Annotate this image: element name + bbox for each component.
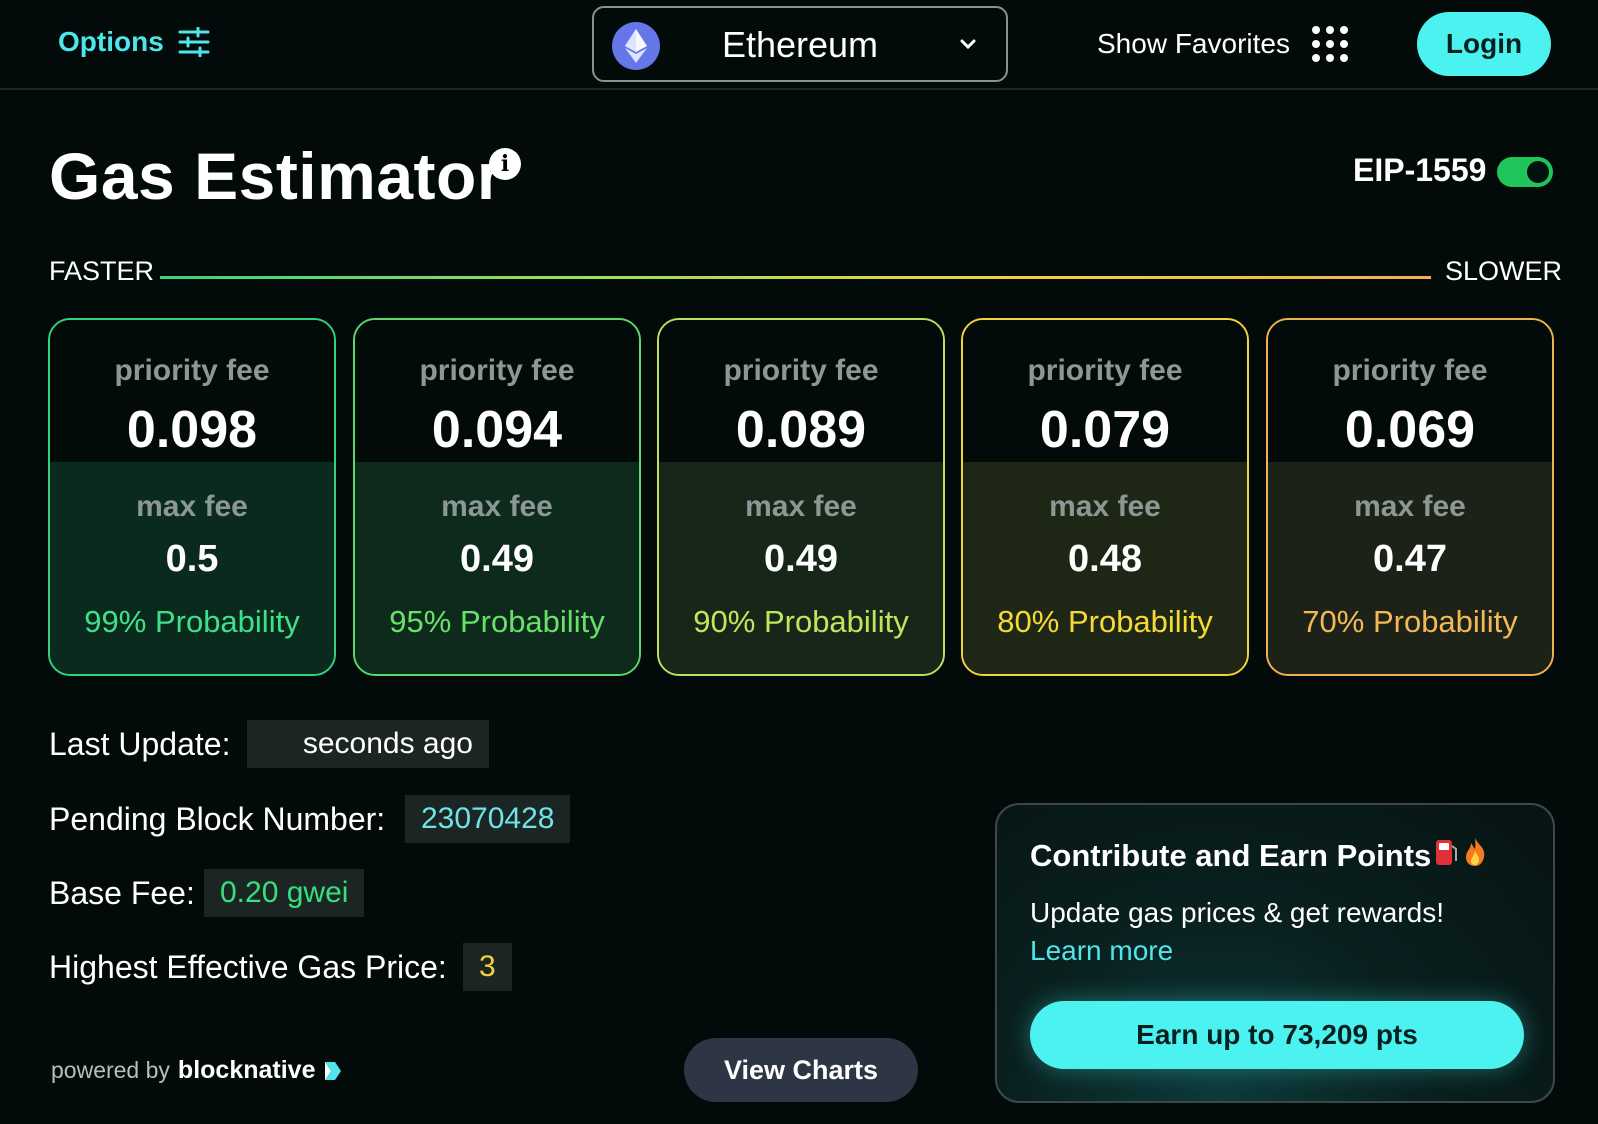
priority-fee-value: 0.069 [1344,401,1476,459]
grid-dots-icon [1311,26,1348,62]
probability-label: 90% Probability [693,604,909,639]
priority-fee-label: priority fee [419,354,575,387]
faster-label: FASTER [49,256,155,286]
promo-emoji-group [1434,837,1488,867]
last-update-label: Last Update: [49,726,231,762]
eip-1559-toggle[interactable] [1497,157,1553,187]
max-fee-value: 0.5 [165,538,219,580]
max-fee-label: max fee [1049,490,1161,523]
probability-label: 95% Probability [389,604,605,639]
base-fee-label: Base Fee: [49,875,195,911]
pending-block-label: Pending Block Number: [49,801,386,837]
page-title: Gas Estimator [49,139,503,213]
gas-pump-icon [1436,840,1457,865]
estimate-card-80[interactable]: priority fee 0.079 max fee 0.48 80% Prob… [961,318,1249,676]
sliders-icon [178,27,210,57]
network-label: Ethereum [721,24,879,65]
options-label: Options [58,26,164,57]
brand-name: blocknative [177,1056,316,1084]
priority-fee-label: priority fee [114,354,270,387]
priority-fee-value: 0.094 [431,401,563,459]
max-fee-label: max fee [136,490,248,523]
blocknative-logo-icon [325,1061,342,1080]
probability-label: 99% Probability [84,604,300,639]
contribute-promo-card: Contribute and Earn Points Update gas pr… [995,803,1555,1103]
promo-title: Contribute and Earn Points [1030,838,1432,873]
probability-label: 80% Probability [997,604,1213,639]
highest-gas-price-label: Highest Effective Gas Price: [49,949,447,985]
priority-fee-label: priority fee [1332,354,1488,387]
max-fee-value: 0.49 [460,538,534,580]
last-update-value: seconds ago [247,720,489,768]
max-fee-label: max fee [745,490,857,523]
priority-fee-label: priority fee [1027,354,1183,387]
login-button[interactable]: Login [1417,12,1551,76]
top-bar: Options Ethereum Show Favorites Login [0,0,1598,90]
earn-points-button[interactable]: Earn up to 73,209 pts [1030,1001,1524,1069]
powered-by[interactable]: powered by blocknative [51,1056,343,1085]
estimate-card-90[interactable]: priority fee 0.089 max fee 0.49 90% Prob… [657,318,945,676]
estimate-card-70[interactable]: priority fee 0.069 max fee 0.47 70% Prob… [1266,318,1554,676]
view-charts-button[interactable]: View Charts [684,1038,918,1102]
max-fee-label: max fee [1354,490,1466,523]
max-fee-value: 0.47 [1373,538,1447,580]
priority-fee-value: 0.098 [126,401,258,459]
probability-label: 70% Probability [1302,604,1518,639]
estimate-card-99[interactable]: priority fee 0.098 max fee 0.5 99% Proba… [48,318,336,676]
priority-fee-value: 0.079 [1039,401,1171,459]
highest-gas-price-value: 3 [463,943,512,991]
show-favorites-button[interactable]: Show Favorites [1097,26,1348,62]
speed-gradient-line [160,276,1431,279]
favorites-label: Show Favorites [1097,28,1290,59]
options-button[interactable]: Options [58,26,210,58]
max-fee-value: 0.49 [764,538,838,580]
base-fee-value: 0.20 gwei [204,869,365,917]
pending-block-value: 23070428 [405,795,571,843]
eip-1559-label: EIP-1559 [1353,152,1487,188]
priority-fee-label: priority fee [723,354,879,387]
priority-fee-value: 0.089 [735,401,867,459]
learn-more-link[interactable]: Learn more [1030,935,1173,967]
fire-icon [1466,838,1485,866]
powered-by-text: powered by [51,1057,170,1083]
network-selector[interactable]: Ethereum [592,6,1008,82]
chevron-down-icon [960,39,976,50]
max-fee-label: max fee [441,490,553,523]
slower-label: SLOWER [1445,256,1563,286]
toggle-knob [1527,161,1549,183]
info-icon[interactable]: i [489,148,521,180]
estimate-card-95[interactable]: priority fee 0.094 max fee 0.49 95% Prob… [353,318,641,676]
promo-subtitle: Update gas prices & get rewards! [1030,897,1444,928]
max-fee-value: 0.48 [1068,538,1142,580]
